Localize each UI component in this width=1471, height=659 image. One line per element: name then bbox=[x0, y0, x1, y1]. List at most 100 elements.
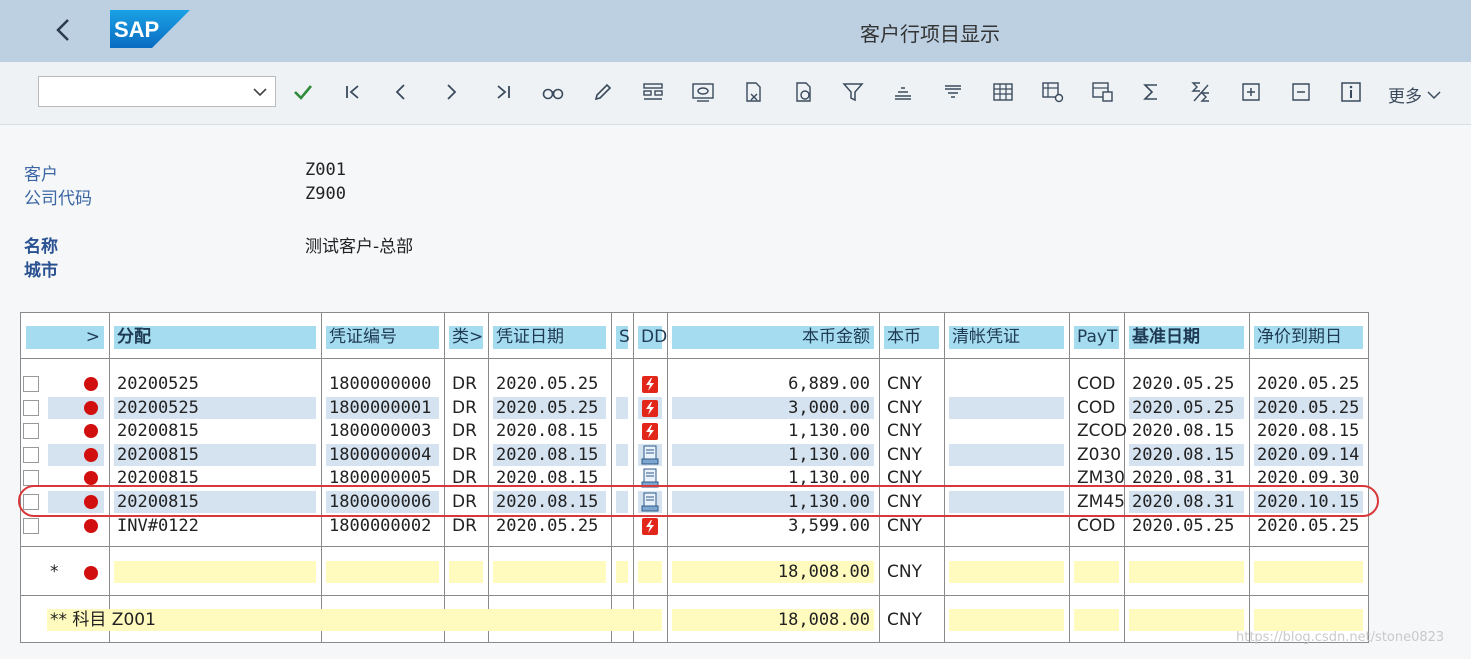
total-cell-amount: 18,008.00 bbox=[672, 609, 874, 631]
column-header-status[interactable]: S bbox=[616, 326, 630, 349]
more-menu[interactable]: 更多 bbox=[1388, 82, 1442, 107]
cell-doc-type: DR bbox=[452, 398, 477, 418]
row-select-checkbox[interactable] bbox=[23, 518, 39, 534]
row-select-checkbox[interactable] bbox=[23, 447, 39, 463]
column-header-clearing-doc[interactable]: 清帐凭证 bbox=[949, 326, 1064, 349]
find-icon[interactable] bbox=[540, 79, 566, 105]
cell-status bbox=[616, 420, 628, 442]
next-page-icon[interactable] bbox=[438, 79, 464, 105]
table-icon[interactable] bbox=[990, 79, 1016, 105]
subtotal-cell-clearing-doc bbox=[949, 561, 1064, 583]
sort-descending-icon[interactable] bbox=[940, 79, 966, 105]
row-divider bbox=[21, 358, 1368, 359]
cell-document-date: 2020.08.15 bbox=[496, 421, 599, 441]
row-divider bbox=[21, 595, 1368, 596]
last-page-icon[interactable] bbox=[490, 79, 516, 105]
cell-currency: CNY bbox=[887, 398, 922, 418]
table-settings-icon[interactable] bbox=[1040, 79, 1066, 105]
table-export-icon[interactable] bbox=[1090, 79, 1116, 105]
cell-status bbox=[616, 397, 628, 419]
subtotal-cell-status bbox=[616, 561, 628, 583]
cell-clearing-doc bbox=[949, 397, 1064, 419]
highlight-annotation bbox=[18, 485, 1379, 517]
row-select-checkbox[interactable] bbox=[23, 400, 39, 416]
subtotal-icon[interactable] bbox=[1188, 79, 1214, 105]
layout-icon[interactable] bbox=[640, 79, 666, 105]
column-header-doc-type[interactable]: 类> bbox=[449, 326, 483, 349]
column-header-dunning[interactable]: DD bbox=[638, 326, 667, 349]
sort-ascending-icon[interactable] bbox=[890, 79, 916, 105]
first-page-icon[interactable] bbox=[340, 79, 366, 105]
chevron-down-icon bbox=[1427, 90, 1441, 99]
collapse-icon[interactable] bbox=[1288, 79, 1314, 105]
column-header-payment-terms[interactable]: PayT bbox=[1074, 326, 1119, 349]
column-header-document-number[interactable]: 凭证编号 bbox=[326, 326, 439, 349]
row-select-checkbox[interactable] bbox=[23, 423, 39, 439]
previous-page-icon[interactable] bbox=[388, 79, 414, 105]
lightning-icon bbox=[642, 423, 658, 440]
filter-icon[interactable] bbox=[840, 79, 866, 105]
sum-icon[interactable] bbox=[1138, 79, 1164, 105]
cell-payment-terms: ZCOD bbox=[1077, 421, 1127, 441]
cell-status bbox=[616, 373, 628, 395]
back-icon[interactable] bbox=[48, 14, 80, 46]
column-divider bbox=[879, 313, 880, 642]
column-header-assignment[interactable]: 分配 bbox=[114, 326, 316, 349]
subtotal-cell-doc-type bbox=[449, 561, 483, 583]
column-header-baseline-date[interactable]: 基准日期 bbox=[1129, 326, 1244, 349]
row-select-checkbox[interactable] bbox=[23, 470, 39, 486]
expand-icon[interactable] bbox=[1238, 79, 1264, 105]
cell-document-date: 2020.08.15 bbox=[493, 444, 606, 466]
cell-baseline-date: 2020.08.15 bbox=[1132, 421, 1235, 441]
command-field[interactable] bbox=[38, 76, 276, 107]
cell-net-due-date: 2020.05.25 bbox=[1254, 397, 1363, 419]
row-select-checkbox[interactable] bbox=[23, 376, 39, 392]
cell-assignment: 20200815 bbox=[114, 444, 316, 466]
column-header-select[interactable]: > bbox=[26, 326, 104, 349]
sap-logo: SAP bbox=[110, 10, 190, 48]
change-document-icon[interactable] bbox=[740, 79, 766, 105]
edit-icon[interactable] bbox=[590, 79, 616, 105]
subtotal-cell-dunning bbox=[638, 561, 662, 583]
subtotal-cell-payment-terms bbox=[1074, 561, 1119, 583]
application-toolbar: 更多 bbox=[0, 62, 1471, 125]
global-document-icon[interactable] bbox=[790, 79, 816, 105]
status-red-icon bbox=[84, 424, 98, 438]
status-red-icon bbox=[84, 377, 98, 391]
cell-currency: CNY bbox=[887, 374, 922, 394]
customer-label: 客户 bbox=[24, 165, 58, 185]
column-header-document-date[interactable]: 凭证日期 bbox=[493, 326, 606, 349]
total-cell-payment-terms bbox=[1074, 609, 1119, 631]
status-red-icon bbox=[84, 401, 98, 415]
cell-assignment: 20200815 bbox=[117, 421, 199, 441]
cell-currency: CNY bbox=[887, 516, 922, 536]
chevron-down-icon[interactable] bbox=[251, 83, 269, 101]
column-divider bbox=[667, 313, 668, 642]
cell-clearing-doc bbox=[949, 515, 1064, 537]
check-icon[interactable] bbox=[290, 79, 316, 105]
cell-document-date: 2020.05.25 bbox=[496, 516, 599, 536]
subtotal-cell-document-date bbox=[493, 561, 606, 583]
cell-currency: CNY bbox=[887, 445, 922, 465]
column-divider bbox=[1069, 313, 1070, 642]
lightning-icon bbox=[642, 518, 658, 535]
cell-dunning bbox=[638, 397, 662, 419]
cell-status bbox=[616, 515, 628, 537]
cell-baseline-date: 2020.08.15 bbox=[1129, 444, 1244, 466]
column-header-amount[interactable]: 本币金额 bbox=[672, 326, 874, 349]
info-icon[interactable] bbox=[1338, 79, 1364, 105]
cell-doc-type: DR bbox=[452, 374, 477, 394]
status-red-icon bbox=[84, 566, 98, 580]
status-red-icon bbox=[84, 519, 98, 533]
line-items-table: > 分配 凭证编号 类> 凭证日期 S DD 本币金额 本币 清帐凭证 PayT 基准日期 净价到期日 2… bbox=[20, 312, 1369, 643]
cell-document-number: 1800000002 bbox=[329, 516, 432, 536]
column-header-currency[interactable]: 本币 bbox=[884, 326, 939, 349]
cell-doc-type: DR bbox=[452, 445, 477, 465]
shell-header: SAP 客户行项目显示 bbox=[0, 0, 1471, 62]
display-document-icon[interactable] bbox=[690, 79, 716, 105]
cell-document-number: 1800000000 bbox=[329, 374, 432, 394]
cell-baseline-date: 2020.05.25 bbox=[1132, 516, 1235, 536]
column-header-net-due-date[interactable]: 净价到期日 bbox=[1254, 326, 1363, 349]
cell-document-date: 2020.05.25 bbox=[493, 397, 606, 419]
lightning-icon bbox=[642, 400, 658, 417]
